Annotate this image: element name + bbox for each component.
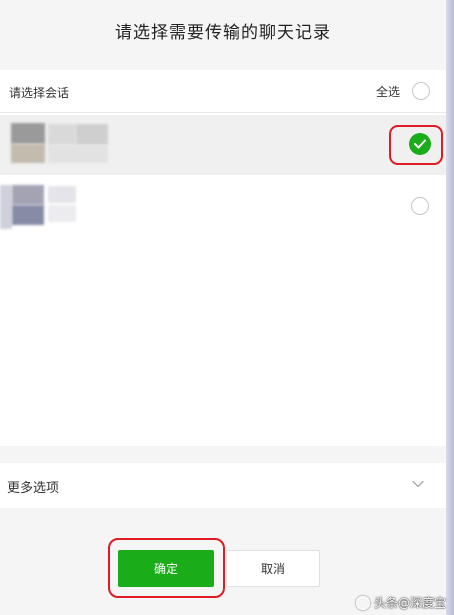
select-all-toggle[interactable]: 全选: [376, 80, 430, 102]
conversation-list: 请选择会话 全选: [0, 70, 446, 446]
watermark-text: 头条@深度宝: [373, 596, 446, 610]
background-window-edge: [446, 0, 454, 615]
chevron-down-icon: [412, 480, 424, 488]
more-options-label: 更多选项: [7, 481, 60, 496]
check-highlight: [389, 125, 443, 165]
cancel-button[interactable]: 取消: [226, 550, 320, 587]
conversation-row[interactable]: [0, 177, 446, 237]
list-header-label: 请选择会话: [9, 86, 70, 100]
select-all-radio[interactable]: [412, 82, 430, 100]
watermark: 头条@深度宝: [355, 594, 446, 611]
conversation-radio[interactable]: [411, 197, 429, 215]
more-options-row[interactable]: 更多选项: [0, 463, 446, 508]
watermark-logo-icon: [355, 595, 370, 610]
dialog-title: 请选择需要传输的聊天记录: [115, 23, 331, 43]
conversation-row[interactable]: [0, 115, 446, 175]
select-all-label: 全选: [375, 84, 400, 99]
confirm-highlight: [108, 538, 225, 598]
list-header: 请选择会话 全选: [0, 70, 446, 113]
transfer-dialog: 请选择需要传输的聊天记录 请选择会话 全选 更多选项 确定 取消: [0, 0, 446, 615]
